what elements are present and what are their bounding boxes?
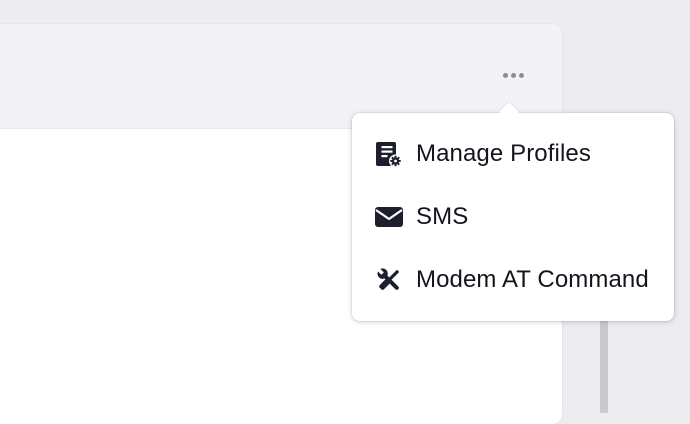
more-dot <box>518 72 524 78</box>
menu-item-label: Modem AT Command <box>416 266 649 293</box>
menu-item-label: Manage Profiles <box>416 140 591 167</box>
envelope-icon <box>374 202 404 232</box>
menu-item-modem-at-command[interactable]: Modem AT Command <box>352 253 674 307</box>
tools-icon <box>374 265 404 295</box>
more-dot <box>510 72 516 78</box>
menu-caret-cover <box>492 113 526 123</box>
profile-settings-icon <box>374 139 404 169</box>
more-options-button[interactable] <box>498 66 528 84</box>
more-options-menu: Manage Profiles SMS Modem AT Command <box>352 102 674 321</box>
menu-item-sms[interactable]: SMS <box>352 190 674 244</box>
menu-item-manage-profiles[interactable]: Manage Profiles <box>352 127 674 181</box>
more-dot <box>502 72 508 78</box>
vertical-scrollbar[interactable] <box>600 318 608 413</box>
menu-item-label: SMS <box>416 203 469 230</box>
